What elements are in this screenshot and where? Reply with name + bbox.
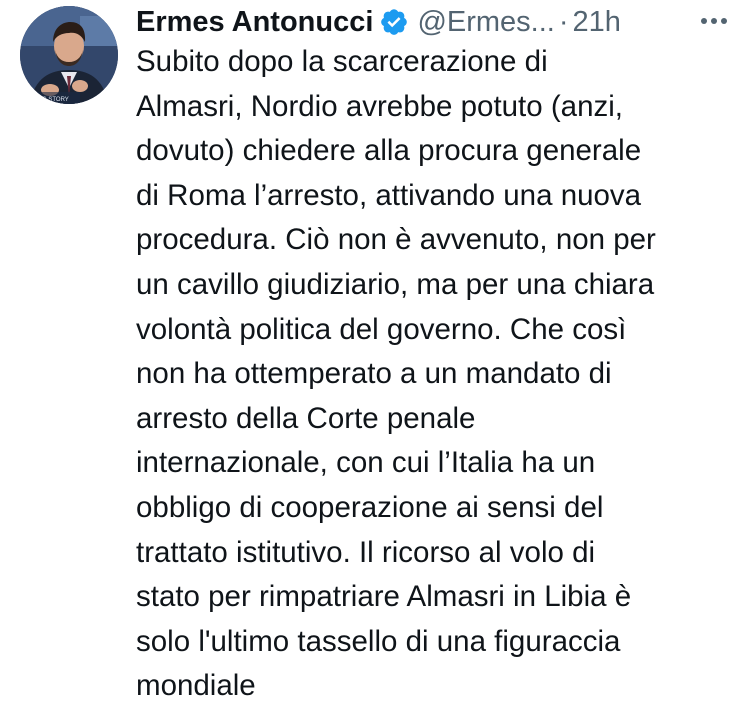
tweet-text-line: non ha ottemperato a un mandato di [136, 357, 612, 391]
author-display-name[interactable]: Ermes Antonucci [136, 6, 373, 39]
tweet-text-line: mondiale [136, 669, 256, 703]
tweet-text-line: Almasri, Nordio avrebbe potuto (anzi, [136, 89, 623, 123]
tweet-text-line: trattato istitutivo. Il ricorso al volo … [136, 535, 596, 569]
tweet-text-line: volontà politica del governo. Che così [136, 312, 627, 346]
tweet-text-line: Subito dopo la scarcerazione di [136, 45, 548, 78]
more-horizontal-icon[interactable] [694, 4, 734, 38]
tweet-text-line: di Roma l’arresto, attivando una nuova [136, 178, 642, 212]
tweet-text-line: un cavillo giudiziario, ma per una chiar… [136, 267, 655, 301]
avatar-overlay-text: ESSING STORY [24, 97, 69, 103]
verified-badge-icon[interactable] [379, 7, 409, 37]
tweet-text-line: solo l'ultimo tassello di una figuraccia [136, 624, 621, 658]
avatar-photo: ESSING STORY [20, 6, 118, 104]
separator-dot: · [558, 5, 569, 38]
author-avatar[interactable]: ESSING STORY [20, 6, 118, 104]
tweet-text-line: procedura. Ciò non è avvenuto, non per [136, 223, 656, 257]
author-handle[interactable]: @Ermes... [417, 6, 554, 39]
tweet-header: Ermes Antonucci @Ermes... · 21h [136, 2, 736, 42]
tweet-text-line: dovuto) chiedere alla procura generale [136, 134, 642, 168]
tweet[interactable]: ESSING STORY Ermes Antonucci @Ermes... ·… [0, 0, 750, 714]
tweet-timestamp[interactable]: 21h [573, 6, 621, 39]
tweet-text-line: stato per rimpatriare Almasri in Libia è [136, 580, 632, 614]
tweet-text-line: obbligo di cooperazione ai sensi del [136, 490, 604, 524]
tweet-text-line: internazionale, con cui l’Italia ha un [136, 446, 596, 480]
tweet-text: Subito dopo la scarcerazione di Almasri,… [136, 40, 736, 709]
tweet-text-line: arresto della Corte penale [136, 401, 476, 435]
